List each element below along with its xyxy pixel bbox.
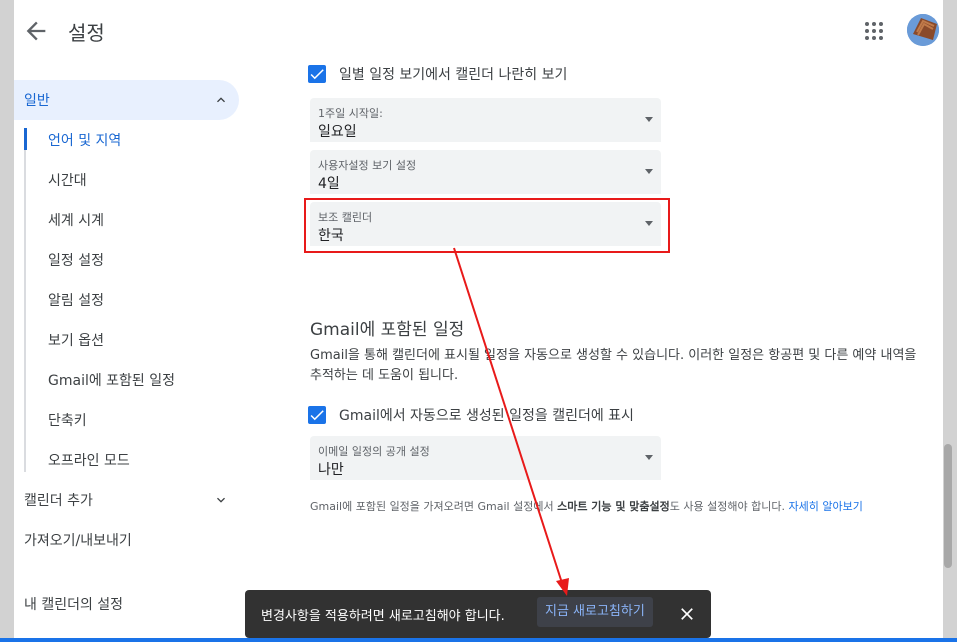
subnav-active-indicator — [24, 128, 27, 150]
bottom-strip — [0, 638, 957, 642]
dropdown-arrow-icon — [645, 169, 653, 174]
sidebar-item-general-label: 일반 — [24, 93, 50, 109]
custom-view-select[interactable]: 사용자설정 보기 설정 4일 — [310, 150, 661, 194]
chevron-up-icon[interactable] — [213, 92, 229, 108]
dropdown-arrow-icon — [645, 117, 653, 122]
sidebar-item-world-clock[interactable]: 세계 시계 — [48, 210, 104, 230]
close-icon[interactable] — [677, 604, 697, 624]
subnav-rail — [24, 128, 26, 472]
scrollbar-thumb[interactable] — [944, 444, 952, 568]
avatar[interactable] — [907, 14, 939, 46]
sidebar-item-language-region[interactable]: 언어 및 지역 — [48, 130, 121, 150]
gmail-section-description: Gmail을 통해 캘린더에 표시될 일정을 자동으로 생성할 수 있습니다. … — [310, 348, 917, 383]
learn-more-link[interactable]: 자세히 알아보기 — [788, 500, 862, 513]
gmail-note-bold: 스마트 기능 및 맞춤설정 — [557, 500, 670, 513]
sidebar-item-notification-settings[interactable]: 알림 설정 — [48, 290, 104, 310]
annotation-highlight-box — [304, 198, 670, 253]
sidebar-item-timezone[interactable]: 시간대 — [48, 170, 87, 190]
dropdown-arrow-icon — [645, 455, 653, 460]
sidebar-item-import-export[interactable]: 가져오기/내보내기 — [24, 530, 132, 550]
toast-message: 변경사항을 적용하려면 새로고침해야 합니다. — [261, 609, 505, 624]
email-privacy-select[interactable]: 이메일 일정의 공개 설정 나만 — [310, 436, 661, 480]
gmail-events-checkbox[interactable] — [308, 406, 326, 424]
sidebar-item-offline[interactable]: 오프라인 모드 — [48, 450, 130, 470]
email-privacy-label: 이메일 일정의 공개 설정 — [318, 445, 430, 458]
week-start-select[interactable]: 1주일 시작일: 일요일 — [310, 98, 661, 142]
gmail-note-prefix: Gmail에 포함된 일정을 가져오려면 Gmail 설정에서 — [310, 500, 558, 513]
page-title: 설정 — [68, 21, 105, 45]
sidebar-item-add-calendar[interactable]: 캘린더 추가 — [24, 490, 93, 510]
custom-view-value: 4일 — [318, 176, 340, 192]
email-privacy-value: 나만 — [318, 462, 344, 478]
gmail-section-heading: Gmail에 포함된 일정 — [310, 320, 465, 340]
gmail-note-suffix: 도 사용 설정해야 합니다. — [669, 500, 789, 513]
sidebar-item-event-settings[interactable]: 일정 설정 — [48, 250, 104, 270]
sidebar-item-view-options[interactable]: 보기 옵션 — [48, 330, 104, 350]
apps-grid-icon[interactable] — [862, 19, 886, 43]
back-arrow-icon[interactable] — [22, 17, 50, 45]
sidebar-item-gmail-events[interactable]: Gmail에 포함된 일정 — [48, 370, 175, 390]
settings-window: 설정 일반 언어 및 지역 시간대 세계 시계 일정 설정 알림 설정 보기 옵… — [14, 0, 943, 642]
side-by-side-label: 일별 일정 보기에서 캘린더 나란히 보기 — [339, 67, 568, 83]
custom-view-label: 사용자설정 보기 설정 — [318, 159, 417, 172]
chevron-down-icon[interactable] — [213, 492, 229, 508]
sidebar-item-shortcuts[interactable]: 단축키 — [48, 410, 87, 430]
gmail-events-label: Gmail에서 자동으로 생성된 일정을 캘린더에 표시 — [339, 408, 634, 424]
refresh-toast: 변경사항을 적용하려면 새로고침해야 합니다. 지금 새로고침하기 — [245, 590, 711, 638]
refresh-now-button[interactable]: 지금 새로고침하기 — [537, 597, 653, 627]
sidebar-item-my-calendars: 내 캘린더의 설정 — [24, 597, 124, 613]
side-by-side-checkbox[interactable] — [308, 65, 326, 83]
top-bar: 설정 — [14, 0, 943, 62]
gmail-note: Gmail에 포함된 일정을 가져오려면 Gmail 설정에서 스마트 기능 및… — [310, 498, 863, 514]
week-start-value: 일요일 — [318, 124, 357, 140]
week-start-label: 1주일 시작일: — [318, 107, 383, 120]
